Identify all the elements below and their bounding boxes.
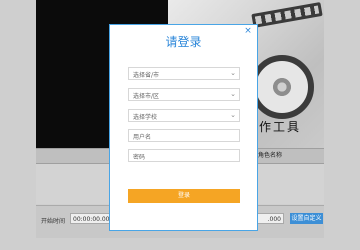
- password-input[interactable]: 密码: [128, 149, 240, 162]
- chevron-down-icon: ⌄: [230, 90, 236, 98]
- chevron-down-icon: ⌄: [230, 111, 236, 119]
- city-select[interactable]: 选择市/区 ⌄: [128, 88, 240, 101]
- login-modal: × 请登录 选择省/市 ⌄ 选择市/区 ⌄ 选择学校 ⌄ 用户名 密码 登录: [109, 24, 258, 231]
- start-time-input[interactable]: 00:00:00.000: [70, 213, 113, 224]
- province-select[interactable]: 选择省/市 ⌄: [128, 67, 240, 80]
- modal-title: 请登录: [165, 35, 202, 49]
- password-placeholder: 密码: [133, 154, 146, 161]
- start-time-label: 开始时间: [41, 218, 66, 225]
- table-header-role-name: 角色名称: [258, 152, 283, 159]
- login-button[interactable]: 登录: [128, 189, 240, 203]
- import-button[interactable]: 设置自定义: [290, 213, 323, 224]
- chevron-down-icon: ⌄: [230, 69, 236, 77]
- username-input[interactable]: 用户名: [128, 129, 240, 142]
- film-reel-graphic: [250, 55, 314, 119]
- school-select[interactable]: 选择学校 ⌄: [128, 109, 240, 122]
- province-select-label: 选择省/市: [133, 72, 160, 79]
- username-placeholder: 用户名: [133, 134, 152, 141]
- background-left-margin: [0, 0, 36, 250]
- background-right-margin: [324, 0, 360, 250]
- city-select-label: 选择市/区: [133, 93, 160, 100]
- banner-text: 作工具: [259, 120, 302, 134]
- school-select-label: 选择学校: [133, 114, 158, 121]
